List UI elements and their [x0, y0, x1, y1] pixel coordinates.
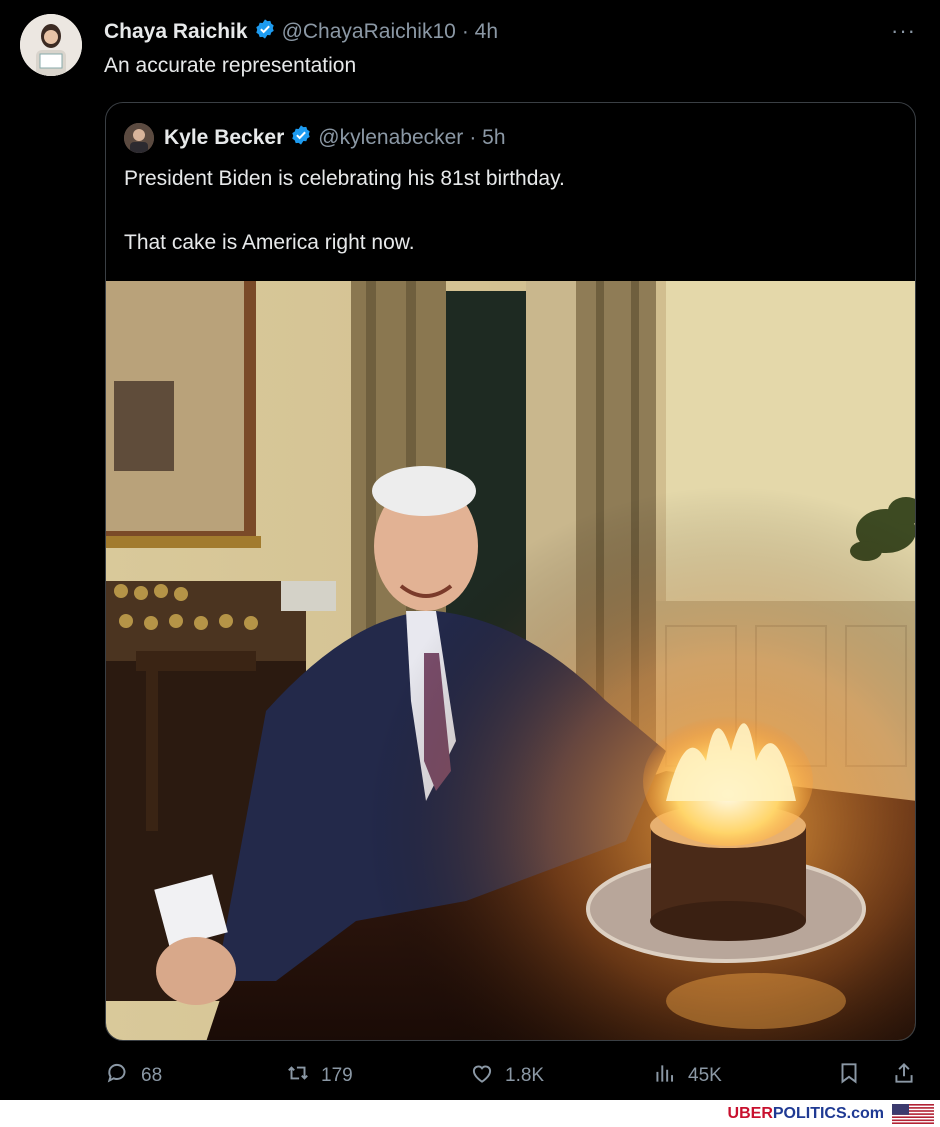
- views-count: 45K: [688, 1065, 722, 1086]
- repost-count: 179: [321, 1065, 353, 1086]
- quote-author-handle: @kylenabecker: [318, 126, 464, 149]
- author-name[interactable]: Chaya Raichik: [104, 20, 248, 44]
- verified-icon: [290, 124, 312, 152]
- bookmark-icon: [836, 1060, 862, 1092]
- share-button[interactable]: [891, 1060, 917, 1092]
- more-icon[interactable]: ···: [891, 18, 916, 44]
- brand-part-uber: UBER: [727, 1105, 773, 1122]
- views-button[interactable]: 45K: [652, 1060, 722, 1092]
- brand-part-com: .com: [846, 1105, 884, 1122]
- repost-icon: [285, 1060, 311, 1092]
- quote-time: · 5h: [469, 126, 506, 149]
- us-flag-icon: [892, 1104, 934, 1124]
- quoted-tweet[interactable]: Kyle Becker @kylenabecker · 5h President…: [105, 102, 916, 1041]
- bookmark-button[interactable]: [836, 1060, 862, 1092]
- like-count: 1.8K: [505, 1065, 545, 1086]
- like-icon: [469, 1060, 495, 1092]
- reply-count: 68: [141, 1065, 163, 1086]
- reply-button[interactable]: 68: [105, 1060, 162, 1092]
- quote-author-name: Kyle Becker: [164, 126, 285, 149]
- reply-icon: [105, 1060, 131, 1092]
- tweet-time[interactable]: · 4h: [462, 20, 498, 44]
- author-handle[interactable]: @ChayaRaichik10: [282, 20, 456, 44]
- repost-button[interactable]: 179: [285, 1060, 353, 1092]
- quote-photo[interactable]: [106, 281, 916, 1041]
- like-button[interactable]: 1.8K: [469, 1060, 544, 1092]
- share-icon: [891, 1060, 917, 1092]
- quote-author-avatar: [124, 123, 154, 153]
- quote-text: President Biden is celebrating his 81st …: [124, 167, 565, 254]
- quote-header: Kyle Becker @kylenabecker · 5h: [124, 123, 506, 153]
- brand-watermark: UBERPOLITICS.com: [728, 1105, 884, 1123]
- tweet-header: Chaya Raichik @ChayaRaichik10 · 4h: [104, 18, 498, 46]
- watermark-bar: UBERPOLITICS.com: [0, 1100, 940, 1127]
- tweet-text: An accurate representation: [104, 54, 357, 77]
- action-bar: 68 179 1.8K 45K: [0, 1060, 940, 1100]
- verified-icon: [254, 18, 276, 46]
- brand-part-politics: POLITICS: [772, 1105, 847, 1122]
- views-icon: [652, 1060, 678, 1092]
- author-avatar[interactable]: [20, 14, 82, 76]
